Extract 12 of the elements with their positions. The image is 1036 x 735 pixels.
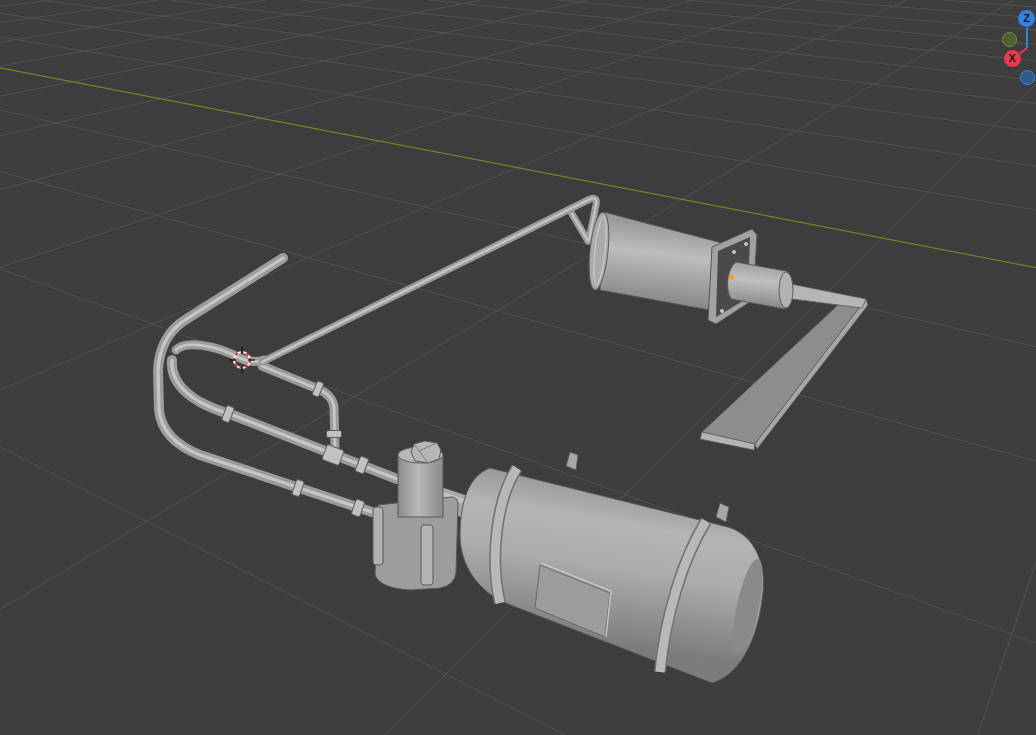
3d-viewport[interactable]: Z X <box>0 0 1036 735</box>
origin-dot-icon <box>728 274 734 280</box>
pipe-fitting <box>350 498 366 518</box>
pipe-fitting <box>291 478 305 498</box>
axis-button[interactable]: X <box>1004 50 1021 67</box>
3d-cursor-icon[interactable] <box>228 346 256 374</box>
pipe-fitting <box>326 430 342 438</box>
pipe-fitting <box>321 443 345 467</box>
axis-button[interactable]: Z <box>1018 10 1035 27</box>
pipe-fitting <box>311 380 325 398</box>
pipe-fitting <box>354 455 370 475</box>
pipe-fitting <box>220 404 236 424</box>
